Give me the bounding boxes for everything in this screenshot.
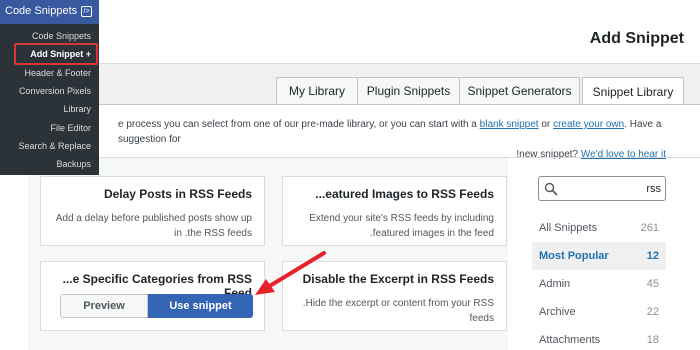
category-label: Attachments (539, 334, 601, 346)
tab-snippet-library[interactable]: Snippet Library (582, 77, 684, 105)
notice-text: or (541, 119, 551, 130)
submenu-header-footer[interactable]: Header & Footer (24, 68, 91, 78)
card-description: Add a delay before published posts show … (55, 213, 252, 239)
category-count: 18 (646, 334, 659, 346)
category-label: All Snippets (539, 222, 598, 234)
submenu-backups[interactable]: Backups (56, 159, 91, 169)
submenu-code-snippets[interactable]: Code Snippets (32, 31, 91, 41)
category-label: Admin (539, 278, 571, 290)
tab-label: Plugin Snippets (366, 84, 451, 98)
category-attachments[interactable]: Attachments 18 (532, 326, 666, 350)
use-snippet-button[interactable]: Use snippet (148, 294, 253, 318)
highlight-box (14, 43, 98, 65)
card-description: .Hide the excerpt or content from your R… (302, 298, 494, 324)
library-notice: e process you can select from one of our… (118, 117, 666, 162)
submenu-conversion-pixels[interactable]: Conversion Pixels (19, 86, 91, 96)
hear-it-link[interactable]: We'd love to hear it (581, 149, 666, 160)
search-icon (544, 182, 558, 196)
submenu-search-replace[interactable]: Search & Replace (18, 141, 91, 151)
admin-menu-header[interactable]: Code Snippets /> (0, 0, 99, 24)
annotation-arrow-icon (255, 251, 326, 295)
tab-my-library[interactable]: My Library (276, 77, 358, 104)
category-count: 22 (646, 306, 659, 318)
page-title: Add Snippet (589, 30, 684, 47)
category-all-snippets[interactable]: All Snippets 261 (532, 214, 666, 242)
tab-label: My Library (288, 84, 345, 98)
category-count: 261 (640, 222, 659, 234)
snippet-card[interactable]: ...eatured Images to RSS Feeds Extend yo… (282, 176, 507, 246)
tab-snippet-generators[interactable]: Snippet Generators (459, 77, 580, 104)
blank-snippet-link[interactable]: blank snippet (480, 119, 539, 130)
admin-menu-title: Code Snippets (5, 5, 78, 17)
category-archive[interactable]: Archive 22 (532, 298, 666, 326)
preview-button[interactable]: Preview (60, 294, 148, 318)
card-title: ...eatured Images to RSS Feeds (315, 187, 494, 201)
category-most-popular[interactable]: Most Popular 12 (532, 242, 666, 270)
code-icon: /> (81, 6, 92, 17)
category-admin[interactable]: Admin 45 (532, 270, 666, 298)
snippet-card[interactable]: Delay Posts in RSS Feeds Add a delay bef… (40, 176, 265, 246)
category-count: 45 (646, 278, 659, 290)
search-box[interactable] (538, 176, 666, 201)
search-input[interactable] (561, 179, 661, 198)
category-label: Archive (539, 306, 576, 318)
create-your-own-link[interactable]: create your own (553, 119, 624, 130)
submenu-library[interactable]: Library (63, 104, 91, 114)
category-count: 12 (646, 250, 659, 262)
notice-text: !new snippet? (516, 149, 579, 160)
card-description: Extend your site's RSS feeds by includin… (309, 213, 494, 239)
card-title: Delay Posts in RSS Feeds (103, 187, 252, 201)
admin-submenu: Code Snippets /> Code Snippets Add Snipp… (0, 0, 99, 175)
notice-text: e process you can select from one of our… (118, 119, 477, 130)
submenu-file-editor[interactable]: File Editor (50, 123, 91, 133)
tab-label: Snippet Generators (467, 84, 572, 98)
tab-plugin-snippets[interactable]: Plugin Snippets (357, 77, 460, 104)
category-label: Most Popular (539, 250, 609, 262)
tab-label: Snippet Library (592, 84, 674, 99)
page-header: Add Snippet (0, 0, 700, 64)
